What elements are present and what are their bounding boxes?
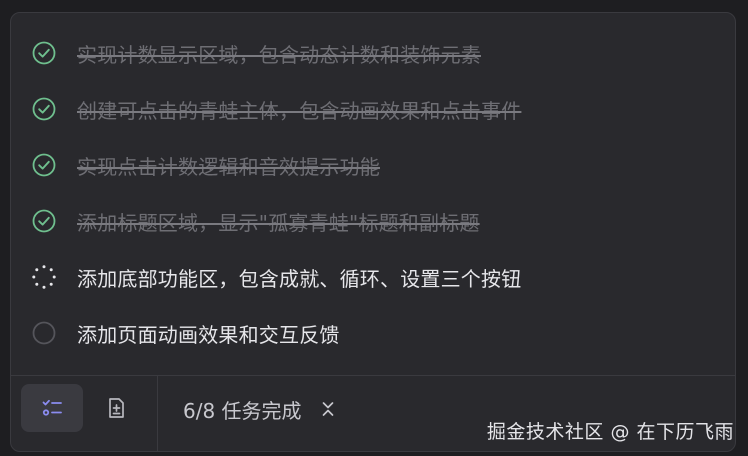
task-item[interactable]: 实现点击计数逻辑和音效提示功能 (11, 137, 735, 193)
check-circle-icon (32, 153, 56, 177)
task-label: 添加页面动画效果和交互反馈 (77, 322, 340, 347)
task-list-button[interactable] (21, 384, 83, 432)
task-item[interactable]: 添加标题区域，显示"孤寡青蛙"标题和副标题 (11, 193, 735, 249)
task-label: 添加标题区域，显示"孤寡青蛙"标题和副标题 (77, 210, 480, 235)
task-label: 实现点击计数逻辑和音效提示功能 (77, 154, 380, 179)
check-circle-icon (32, 41, 56, 65)
spinner-icon (32, 265, 56, 289)
watermark: 掘金技术社区 @ 在下历飞雨 (486, 421, 734, 443)
empty-circle-icon (32, 321, 56, 345)
progress-toggle[interactable]: 6/8 任务完成 (183, 394, 336, 424)
task-panel: 实现计数显示区域，包含动态计数和装饰元素 创建可点击的青蛙主体，包含动画效果和点… (10, 12, 736, 452)
task-label: 实现计数显示区域，包含动态计数和装饰元素 (77, 42, 481, 67)
task-label: 创建可点击的青蛙主体，包含动画效果和点击事件 (77, 98, 522, 123)
check-circle-icon (32, 209, 56, 233)
task-list-icon (42, 399, 62, 416)
task-label: 添加底部功能区，包含成就、循环、设置三个按钮 (77, 266, 522, 291)
add-task-button[interactable] (85, 384, 147, 432)
task-item[interactable]: 创建可点击的青蛙主体，包含动画效果和点击事件 (11, 81, 735, 137)
check-circle-icon (32, 97, 56, 121)
task-item[interactable]: 实现计数显示区域，包含动态计数和装饰元素 (11, 25, 735, 81)
task-item[interactable]: 添加底部功能区，包含成就、循环、设置三个按钮 (11, 249, 735, 305)
task-item[interactable]: 添加页面动画效果和交互反馈 (11, 305, 735, 361)
progress-label: 6/8 任务完成 (183, 398, 302, 423)
task-list: 实现计数显示区域，包含动态计数和装饰元素 创建可点击的青蛙主体，包含动画效果和点… (11, 25, 735, 361)
document-plus-icon (109, 398, 124, 418)
footer-separator (157, 376, 158, 451)
chevron-up-down-icon (322, 402, 333, 416)
